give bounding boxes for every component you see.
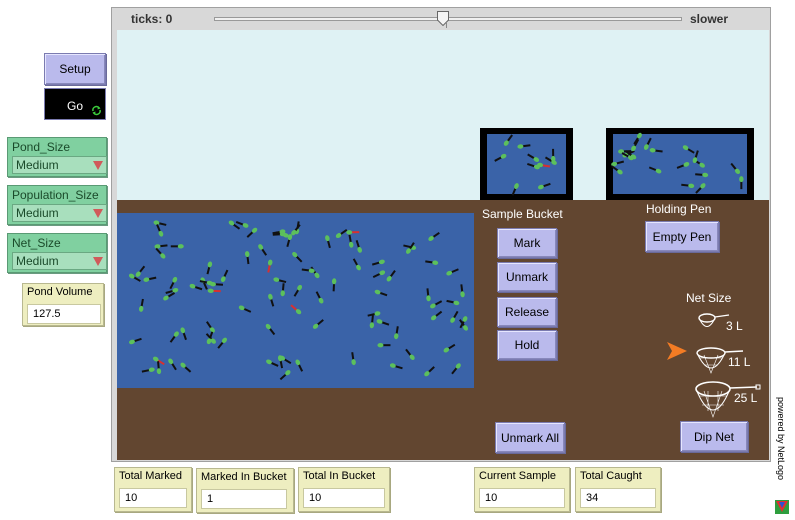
net-size-chooser[interactable]: Net_Size Medium: [7, 233, 107, 273]
go-label: Go: [67, 99, 84, 113]
population-size-select[interactable]: Medium: [12, 204, 107, 222]
release-label: Release: [504, 305, 550, 319]
net-size-select[interactable]: Medium: [12, 252, 107, 270]
forever-icon: [92, 105, 101, 116]
total-in-bucket-monitor: Total In Bucket 10: [298, 467, 390, 512]
total-caught-monitor: Total Caught 34: [575, 467, 661, 512]
mark-label: Mark: [513, 236, 541, 250]
chevron-down-icon: [93, 209, 103, 218]
pond-size-select[interactable]: Medium: [12, 156, 107, 174]
view-top-bar: ticks: 0 slower: [112, 8, 770, 30]
dip-net-button[interactable]: Dip Net: [680, 421, 748, 452]
unmark-all-button[interactable]: Unmark All: [495, 422, 565, 453]
total-caught-label: Total Caught: [580, 470, 642, 482]
mark-button[interactable]: Mark: [497, 228, 557, 258]
total-marked-monitor: Total Marked 10: [114, 467, 192, 512]
unmark-label: Unmark: [505, 270, 548, 284]
pond-volume-monitor: Pond Volume 127.5: [22, 283, 104, 326]
marked-in-bucket-label: Marked In Bucket: [201, 471, 287, 483]
dip-net-label: Dip Net: [693, 429, 734, 444]
total-marked-label: Total Marked: [119, 470, 182, 482]
net-size-label: Net Size: [686, 291, 732, 305]
netlogo-logo-icon: [775, 500, 789, 514]
setup-button[interactable]: Setup: [44, 53, 106, 85]
net-size-chooser-label: Net_Size: [12, 236, 61, 250]
sample-bucket-label: Sample Bucket: [482, 207, 563, 221]
pond-volume-label: Pond Volume: [27, 286, 93, 298]
population-size-chooser[interactable]: Population_Size Medium: [7, 185, 107, 225]
setup-label: Setup: [59, 62, 91, 76]
hold-button[interactable]: Hold: [497, 330, 557, 360]
net-size-11l-label: 11 L: [728, 355, 751, 369]
unmark-button[interactable]: Unmark: [497, 262, 557, 292]
release-button[interactable]: Release: [497, 297, 557, 327]
net-size-25l-label: 25 L: [734, 391, 758, 405]
speed-slider-thumb[interactable]: [437, 11, 450, 27]
pond-size-value: Medium: [16, 158, 59, 172]
marked-in-bucket-value: 1: [201, 489, 287, 509]
population-size-value: Medium: [16, 206, 59, 220]
pond-size-label: Pond_Size: [12, 140, 71, 154]
current-sample-label: Current Sample: [479, 470, 557, 482]
marked-in-bucket-monitor: Marked In Bucket 1: [196, 468, 294, 513]
go-button[interactable]: Go: [44, 88, 106, 120]
empty-pen-button[interactable]: Empty Pen: [645, 221, 719, 252]
population-size-label: Population_Size: [12, 188, 99, 202]
total-caught-value: 34: [580, 488, 656, 508]
net-size-value: Medium: [16, 254, 59, 268]
hold-label: Hold: [514, 338, 540, 352]
total-in-bucket-value: 10: [303, 488, 385, 508]
chevron-down-icon: [93, 161, 103, 170]
ticks-counter: ticks: 0: [131, 12, 173, 26]
speed-slider-tick: [446, 23, 447, 28]
empty-pen-label: Empty Pen: [652, 229, 712, 244]
total-in-bucket-label: Total In Bucket: [303, 470, 376, 482]
world-view: ticks: 0 slower Sample Bucket Holding Pe…: [111, 7, 771, 462]
pond-volume-value: 127.5: [27, 304, 101, 324]
total-marked-value: 10: [119, 488, 187, 508]
chevron-down-icon: [93, 257, 103, 266]
current-sample-monitor: Current Sample 10: [474, 467, 570, 512]
speed-label: slower: [690, 12, 729, 26]
powered-by-text: powered by NetLogo: [776, 397, 786, 481]
powered-by-netlogo: powered by NetLogo: [773, 397, 789, 495]
current-sample-value: 10: [479, 488, 565, 508]
net-size-3l-label: 3 L: [726, 319, 743, 333]
unmark-all-label: Unmark All: [500, 430, 559, 445]
holding-pen-label: Holding Pen: [646, 202, 712, 216]
pond-size-chooser[interactable]: Pond_Size Medium: [7, 137, 107, 177]
holding-pen-water: [613, 134, 747, 194]
